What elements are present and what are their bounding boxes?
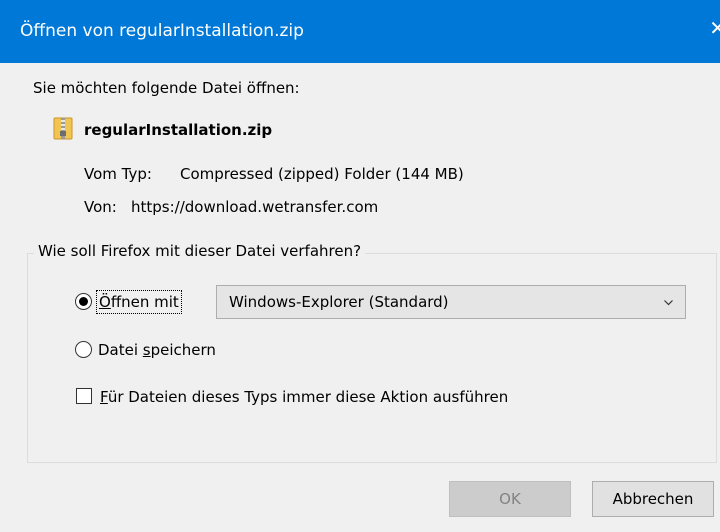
ok-button[interactable]: OK: [449, 481, 571, 517]
always-do-this-checkbox[interactable]: [76, 388, 92, 404]
open-with-label-text: ffnen mit: [110, 293, 179, 311]
prompt-text: Sie möchten folgende Datei öffnen:: [33, 79, 300, 97]
save-file-label-prefix: Datei: [98, 341, 143, 359]
application-select-value: Windows-Explorer (Standard): [229, 293, 449, 311]
radio-selected-dot: [79, 297, 88, 306]
open-with-label[interactable]: Öffnen mit: [96, 290, 182, 314]
title-bar: Öffnen von regularInstallation.zip ✕: [0, 0, 720, 63]
zip-folder-icon: [53, 117, 73, 140]
close-icon[interactable]: ✕: [709, 17, 720, 39]
action-group-legend: Wie soll Firefox mit dieser Datei verfah…: [34, 240, 366, 262]
save-file-label-rest: peichern: [150, 341, 216, 359]
save-file-label[interactable]: Datei speichern: [98, 340, 216, 360]
cancel-button[interactable]: Abbrechen: [592, 481, 714, 517]
file-name: regularInstallation.zip: [84, 121, 273, 139]
file-type-label: Vom Typ:: [84, 165, 152, 183]
file-source-label: Von:: [84, 198, 117, 216]
window-title: Öffnen von regularInstallation.zip: [20, 21, 304, 41]
save-file-radio[interactable]: [75, 341, 92, 358]
always-do-this-label-text: ür Dateien dieses Typs immer diese Aktio…: [107, 388, 509, 406]
open-with-accesskey: Ö: [99, 293, 111, 311]
save-file-accesskey: s: [142, 341, 151, 359]
open-with-radio[interactable]: [75, 293, 92, 310]
file-type-value: Compressed (zipped) Folder (144 MB): [180, 165, 464, 183]
application-select[interactable]: Windows-Explorer (Standard): [216, 285, 686, 319]
chevron-down-icon: [664, 300, 673, 306]
file-source-url: https://download.wetransfer.com: [131, 198, 379, 216]
always-do-this-accesskey: F: [100, 388, 108, 406]
always-do-this-label[interactable]: Für Dateien dieses Typs immer diese Akti…: [100, 387, 508, 407]
